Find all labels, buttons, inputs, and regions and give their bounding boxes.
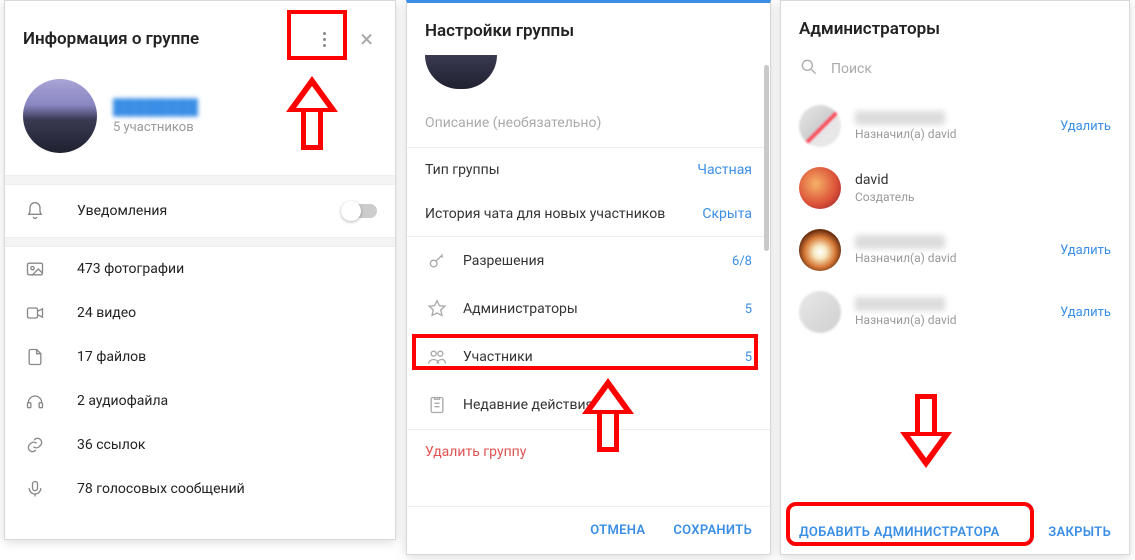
group-settings-pane: Настройки группы Описание (необязательно… [406,0,771,555]
star-icon [425,297,449,321]
kv-key: История чата для новых участников [425,206,665,222]
group-type-row[interactable]: Тип группы Частная [407,148,770,192]
media-links-row[interactable]: 36 ссылок [5,423,395,467]
item-label: Участники [463,349,745,365]
administrators-pane: Администраторы Поиск Назначил(а) david У… [780,0,1130,555]
item-label: Недавние действия [463,397,752,413]
pane3-actions: ДОБАВИТЬ АДМИНИСТРАТОРА ЗАКРЫТЬ [781,511,1129,554]
item-label: Разрешения [463,253,732,269]
group-name[interactable]: ████████ [113,98,198,116]
media-voice-row[interactable]: 78 голосовых сообщений [5,467,395,511]
add-admin-button[interactable]: ДОБАВИТЬ АДМИНИСТРАТОРА [799,525,1000,540]
admin-name [855,111,945,125]
search-icon [799,57,819,81]
admin-sub: Назначил(а) david [855,127,1060,141]
video-icon [23,301,47,325]
kv-key: Тип группы [425,162,500,178]
media-photos-row[interactable]: 473 фотографии [5,247,395,291]
pane3-title: Администраторы [781,1,1129,49]
item-count: 5 [745,350,752,365]
remove-admin-link[interactable]: Удалить [1060,305,1111,320]
avatar [799,105,841,147]
remove-admin-link[interactable]: Удалить [1060,119,1111,134]
administrators-item[interactable]: Администраторы 5 [407,285,770,333]
search-placeholder: Поиск [831,61,872,77]
separator [5,237,395,247]
media-files-row[interactable]: 17 файлов [5,335,395,379]
item-count: 6/8 [732,254,752,269]
kv-value: Скрыта [702,206,752,222]
media-audio-row[interactable]: 2 аудиофайла [5,379,395,423]
close-button[interactable]: × [352,19,381,59]
settings-list: Разрешения 6/8 Администраторы 5 Участник… [407,236,770,429]
avatar [799,167,841,209]
group-avatar[interactable] [23,79,97,153]
group-summary: ████████ 5 участников [5,73,395,175]
group-info-pane: Информация о группе × ████████ 5 участни… [4,0,396,540]
admin-name: david [855,172,1111,188]
pane2-title: Настройки группы [407,3,770,55]
recent-actions-item[interactable]: Недавние действия [407,381,770,429]
description-input[interactable]: Описание (необязательно) [407,105,770,148]
separator [5,175,395,185]
members-icon [425,345,449,369]
media-label: 36 ссылок [77,437,145,453]
dots-vertical-icon [323,32,326,47]
remove-admin-link[interactable]: Удалить [1060,243,1111,258]
more-menu-button[interactable] [304,19,344,59]
search-row[interactable]: Поиск [781,49,1129,95]
close-button-p3[interactable]: ЗАКРЫТЬ [1048,525,1111,540]
file-icon [23,345,47,369]
admin-row[interactable]: david Создатель [781,157,1129,219]
save-button[interactable]: СОХРАНИТЬ [673,523,752,538]
permissions-item[interactable]: Разрешения 6/8 [407,237,770,285]
item-label: Администраторы [463,301,745,317]
media-label: 78 голосовых сообщений [77,481,245,497]
media-label: 473 фотографии [77,261,184,277]
admin-row[interactable]: Назначил(а) david Удалить [781,281,1129,343]
bell-icon [23,199,47,223]
notifications-row[interactable]: Уведомления [5,185,395,237]
admin-row[interactable]: Назначил(а) david Удалить [781,219,1129,281]
photo-icon [23,257,47,281]
voice-icon [23,477,47,501]
avatar [799,291,841,333]
group-avatar-crop[interactable] [425,55,497,89]
admin-name [855,297,945,311]
notifications-label: Уведомления [77,203,167,219]
audio-icon [23,389,47,413]
avatar [799,229,841,271]
admin-row[interactable]: Назначил(а) david Удалить [781,95,1129,157]
link-icon-li [23,433,47,457]
admin-sub: Назначил(а) david [855,251,1060,265]
admin-name [855,235,945,249]
pane1-header: Информация о группе × [5,1,395,73]
media-label: 24 видео [77,305,136,321]
members-item[interactable]: Участники 5 [407,333,770,381]
admin-sub: Назначил(а) david [855,313,1060,327]
kv-value: Частная [697,162,752,178]
key-icon [425,249,449,273]
group-members-count: 5 участников [113,120,198,135]
pane1-title: Информация о группе [23,29,304,49]
item-count: 5 [745,302,752,317]
admin-sub: Создатель [855,190,1111,204]
pane2-actions: ОТМЕНА СОХРАНИТЬ [407,506,770,554]
delete-group-link[interactable]: Удалить группу [407,429,770,460]
notifications-toggle[interactable] [343,204,377,218]
scrollbar[interactable] [764,65,769,251]
media-videos-row[interactable]: 24 видео [5,291,395,335]
close-icon: × [360,25,373,53]
media-label: 2 аудиофайла [77,393,168,409]
cancel-button[interactable]: ОТМЕНА [590,523,645,538]
recent-icon [425,393,449,417]
media-label: 17 файлов [77,349,146,365]
chat-history-row[interactable]: История чата для новых участников Скрыта [407,192,770,236]
